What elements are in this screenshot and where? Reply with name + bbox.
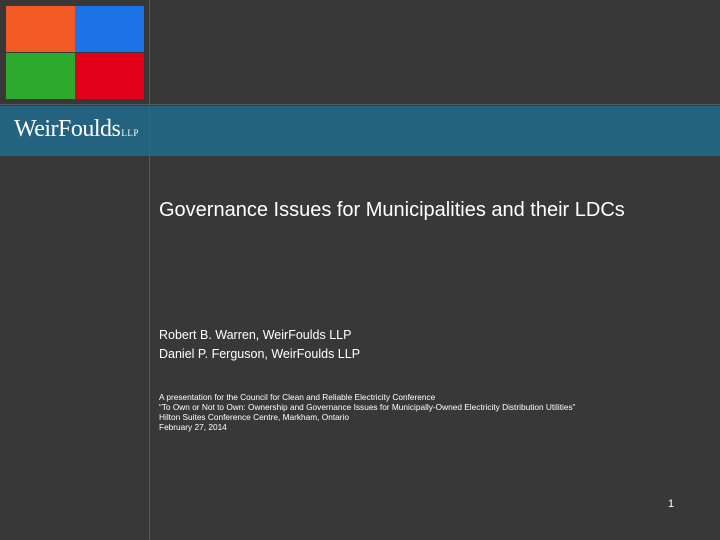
author-line: Daniel P. Ferguson, WeirFoulds LLP	[159, 347, 361, 361]
logo-name: WeirFoulds	[14, 116, 121, 142]
orange-square	[6, 6, 75, 52]
conference-line: A presentation for the Council for Clean…	[159, 392, 436, 402]
blue-square	[75, 6, 144, 52]
conference-line: “To Own or Not to Own: Ownership and Gov…	[159, 402, 576, 412]
page-number: 1	[668, 498, 675, 510]
weirfoulds-logo: WeirFouldsLLP	[14, 116, 139, 143]
authors-block: Robert B. Warren, WeirFoulds LLP Daniel …	[159, 326, 360, 364]
horizontal-divider	[0, 104, 720, 105]
author-line: Robert B. Warren, WeirFoulds LLP	[159, 328, 352, 342]
conference-info: A presentation for the Council for Clean…	[159, 392, 575, 432]
slide-title: Governance Issues for Municipalities and…	[159, 199, 625, 221]
green-square	[6, 53, 75, 99]
slide: WeirFouldsLLP Governance Issues for Muni…	[0, 0, 720, 540]
color-squares-logo	[6, 6, 144, 99]
vertical-divider	[149, 0, 150, 540]
logo-suffix: LLP	[121, 128, 139, 138]
conference-line: February 27, 2014	[159, 422, 227, 432]
red-square	[75, 53, 144, 99]
conference-line: Hilton Suites Conference Centre, Markham…	[159, 412, 349, 422]
